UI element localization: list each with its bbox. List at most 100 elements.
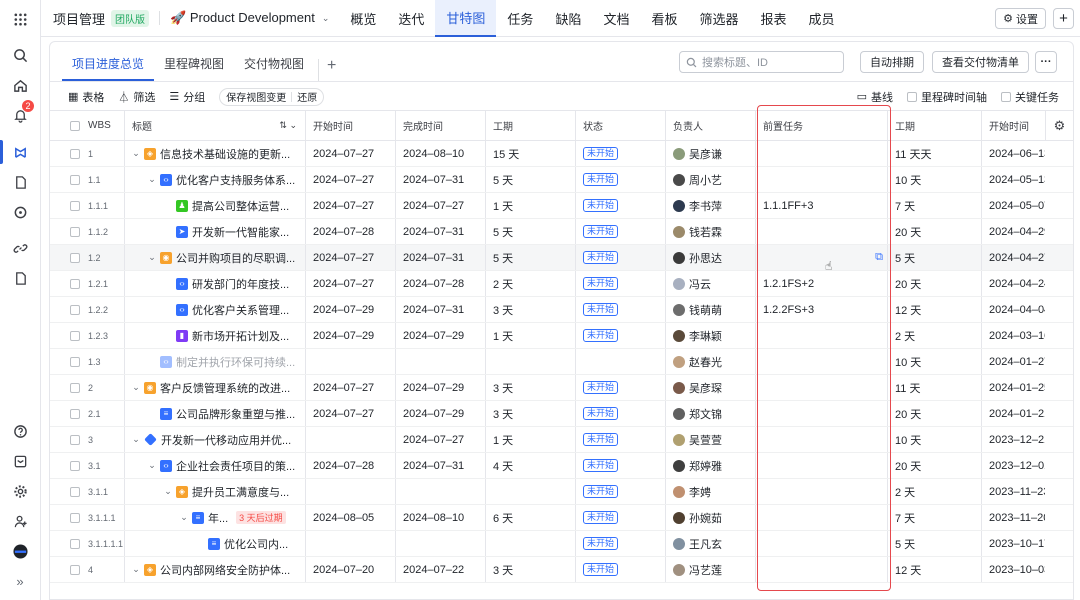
nav-tab-item[interactable]: 报表 bbox=[750, 0, 798, 37]
task-title[interactable]: 公司内部网络安全防护体... bbox=[160, 562, 290, 578]
chevron-down-icon[interactable]: ⌄ bbox=[147, 460, 157, 471]
nav-tab-item[interactable]: 成员 bbox=[798, 0, 846, 37]
status-badge[interactable]: 未开始 bbox=[583, 459, 619, 472]
nav-tab-item[interactable]: 文档 bbox=[592, 0, 640, 37]
table-row[interactable]: 1.2.3 ▮ 新市场开拓计划及... 2024–07–29 2024–07–29 1 天… bbox=[50, 323, 1073, 349]
key-tasks-checkbox[interactable]: 关键任务 bbox=[1001, 89, 1059, 105]
status-badge[interactable]: 未开始 bbox=[583, 173, 619, 186]
app-grid-icon[interactable] bbox=[9, 8, 31, 30]
chevron-down-icon[interactable]: ⌄ bbox=[131, 434, 141, 445]
row-checkbox[interactable] bbox=[70, 252, 80, 263]
row-checkbox[interactable] bbox=[70, 304, 80, 315]
task-title[interactable]: 制定并执行环保可持续... bbox=[176, 354, 295, 370]
project-switcher[interactable]: 🚀 Product Development ⌄ bbox=[170, 10, 329, 26]
deliverables-button[interactable]: 查看交付物清单 bbox=[932, 51, 1029, 73]
baseline-button[interactable]: ▭ 基线 bbox=[857, 89, 893, 105]
row-checkbox[interactable] bbox=[70, 200, 80, 211]
task-title[interactable]: 企业社会责任项目的策... bbox=[176, 458, 295, 474]
table-row[interactable]: 3 ⌄ 开发新一代移动应用并优... 2024–07–27 1 天 未开始 吴萱萱 10 天 2… bbox=[50, 427, 1073, 453]
status-badge[interactable]: 未开始 bbox=[583, 329, 619, 342]
status-badge[interactable]: 未开始 bbox=[583, 147, 619, 160]
status-badge[interactable]: 未开始 bbox=[583, 433, 619, 446]
table-row[interactable]: 1.1 ⌄ ‹› 优化客户支持服务体系... 2024–07–27 2024–07–31 5… bbox=[50, 167, 1073, 193]
table-row[interactable]: 3.1.1.1.1 ≡ 优化公司内... 未开始 王凡玄 5 天 2023–10–17 bbox=[50, 531, 1073, 557]
table-row[interactable]: 4 ⌄ ◈ 公司内部网络安全防护体... 2024–07–20 2024–07–22 3 天… bbox=[50, 557, 1073, 583]
filter-button[interactable]: ⏃ 筛选 bbox=[118, 89, 155, 105]
row-checkbox[interactable] bbox=[70, 174, 80, 185]
search-input[interactable]: 搜索标题、ID bbox=[679, 51, 844, 73]
chevron-down-icon[interactable]: ⌄ bbox=[131, 148, 141, 159]
link-icon[interactable] bbox=[10, 238, 30, 258]
table-view-button[interactable]: ▦ 表格 bbox=[68, 89, 104, 105]
status-badge[interactable]: 未开始 bbox=[583, 537, 619, 550]
status-badge[interactable]: 未开始 bbox=[583, 563, 619, 576]
add-member-icon[interactable] bbox=[10, 511, 30, 531]
row-checkbox[interactable] bbox=[70, 486, 80, 497]
row-checkbox[interactable] bbox=[70, 408, 80, 419]
row-checkbox[interactable] bbox=[70, 226, 80, 237]
project-icon[interactable] bbox=[0, 137, 40, 167]
home-icon[interactable] bbox=[10, 75, 30, 95]
task-title[interactable]: 提高公司整体运营... bbox=[192, 198, 289, 214]
row-checkbox[interactable] bbox=[70, 538, 80, 549]
task-title[interactable]: 信息技术基础设施的更新... bbox=[160, 146, 290, 162]
chevron-down-icon[interactable]: ⌄ bbox=[147, 174, 157, 185]
table-row[interactable]: 2 ⌄ ◉ 客户反馈管理系统的改进... 2024–07–27 2024–07–29 3 天… bbox=[50, 375, 1073, 401]
table-row[interactable]: 1.2.2 ‹› 优化客户关系管理... 2024–07–29 2024–07–31 3 … bbox=[50, 297, 1073, 323]
table-row[interactable]: 3.1 ⌄ ‹› 企业社会责任项目的策... 2024–07–28 2024–07–31 4… bbox=[50, 453, 1073, 479]
table-row[interactable]: 3.1.1 ⌄ ◈ 提升员工满意度与... 未开始 李娉 2 天 2023–11–23 bbox=[50, 479, 1073, 505]
status-badge[interactable]: 未开始 bbox=[583, 225, 619, 238]
milestone-axis-checkbox[interactable]: 里程碑时间轴 bbox=[907, 89, 987, 105]
view-tab-item[interactable]: 交付物视图 bbox=[234, 55, 314, 81]
nav-tab-item[interactable]: 看板 bbox=[640, 0, 688, 37]
predecessor-value[interactable]: 1.2.2FS+3 bbox=[763, 304, 814, 316]
row-checkbox[interactable] bbox=[70, 278, 80, 289]
restore-button[interactable]: 还原 bbox=[297, 89, 317, 104]
task-title[interactable]: 优化客户支持服务体系... bbox=[176, 172, 295, 188]
task-title[interactable]: 公司品牌形象重塑与推... bbox=[176, 406, 295, 422]
status-badge[interactable]: 未开始 bbox=[583, 381, 619, 394]
table-row[interactable]: 3.1.1.1 ⌄ ≡ 年... 3 天后过期 2024–08–05 2024–08–10 6… bbox=[50, 505, 1073, 531]
task-title[interactable]: 新市场开拓计划及... bbox=[192, 328, 289, 344]
avatar[interactable] bbox=[10, 541, 30, 561]
sort-icon[interactable]: ⇅ ⌄ bbox=[279, 120, 297, 131]
chevron-down-icon[interactable]: ⌄ bbox=[147, 252, 157, 263]
nav-tab-item[interactable]: 缺陷 bbox=[544, 0, 592, 37]
chevron-down-icon[interactable]: ⌄ bbox=[131, 382, 141, 393]
status-badge[interactable]: 未开始 bbox=[583, 251, 619, 264]
bell-icon[interactable]: 2 bbox=[10, 100, 34, 125]
table-row[interactable]: 1.1.1 ♟ 提高公司整体运营... 2024–07–27 2024–07–27 1 天… bbox=[50, 193, 1073, 219]
row-checkbox[interactable] bbox=[70, 512, 80, 523]
search-icon[interactable] bbox=[10, 45, 30, 65]
nav-tab-item[interactable]: 迭代 bbox=[387, 0, 435, 37]
task-title[interactable]: 年... bbox=[208, 510, 228, 526]
task-title[interactable]: 开发新一代移动应用并优... bbox=[161, 432, 291, 448]
group-button[interactable]: ☰ 分组 bbox=[169, 89, 205, 105]
status-badge[interactable]: 未开始 bbox=[583, 277, 619, 290]
status-badge[interactable]: 未开始 bbox=[583, 407, 619, 420]
chevron-down-icon[interactable]: ⌄ bbox=[163, 486, 173, 497]
add-view-button[interactable]: + bbox=[318, 58, 344, 81]
gear-icon[interactable] bbox=[10, 481, 30, 501]
table-row[interactable]: 1 ⌄ ◈ 信息技术基础设施的更新... 2024–07–27 2024–08–10 15 … bbox=[50, 141, 1073, 167]
chevron-down-icon[interactable]: ⌄ bbox=[131, 564, 141, 575]
row-checkbox[interactable] bbox=[70, 434, 80, 445]
dashboard-icon[interactable] bbox=[10, 202, 30, 222]
status-badge[interactable]: 未开始 bbox=[583, 485, 619, 498]
row-checkbox[interactable] bbox=[70, 148, 80, 159]
status-badge[interactable]: 未开始 bbox=[583, 511, 619, 524]
more-icon[interactable]: ··· bbox=[1035, 51, 1057, 73]
row-checkbox[interactable] bbox=[70, 330, 80, 341]
status-badge[interactable]: 未开始 bbox=[583, 199, 619, 212]
predecessor-value[interactable]: 1.1.1FF+3 bbox=[763, 200, 813, 212]
expand-rail-icon[interactable]: » bbox=[10, 571, 30, 591]
auto-schedule-button[interactable]: 自动排期 bbox=[860, 51, 924, 73]
help-icon[interactable] bbox=[10, 421, 30, 441]
row-checkbox[interactable] bbox=[70, 382, 80, 393]
table-row[interactable]: 1.2.1 ‹› 研发部门的年度技... 2024–07–27 2024–07–28 2 … bbox=[50, 271, 1073, 297]
task-title[interactable]: 优化公司内... bbox=[224, 536, 288, 552]
predecessor-value[interactable]: 1.2.1FS+2 bbox=[763, 278, 814, 290]
nav-tab-item[interactable]: 概览 bbox=[339, 0, 387, 37]
table-row[interactable]: 2.1 ≡ 公司品牌形象重塑与推... 2024–07–27 2024–07–29 3 天… bbox=[50, 401, 1073, 427]
task-title[interactable]: 客户反馈管理系统的改进... bbox=[160, 380, 290, 396]
